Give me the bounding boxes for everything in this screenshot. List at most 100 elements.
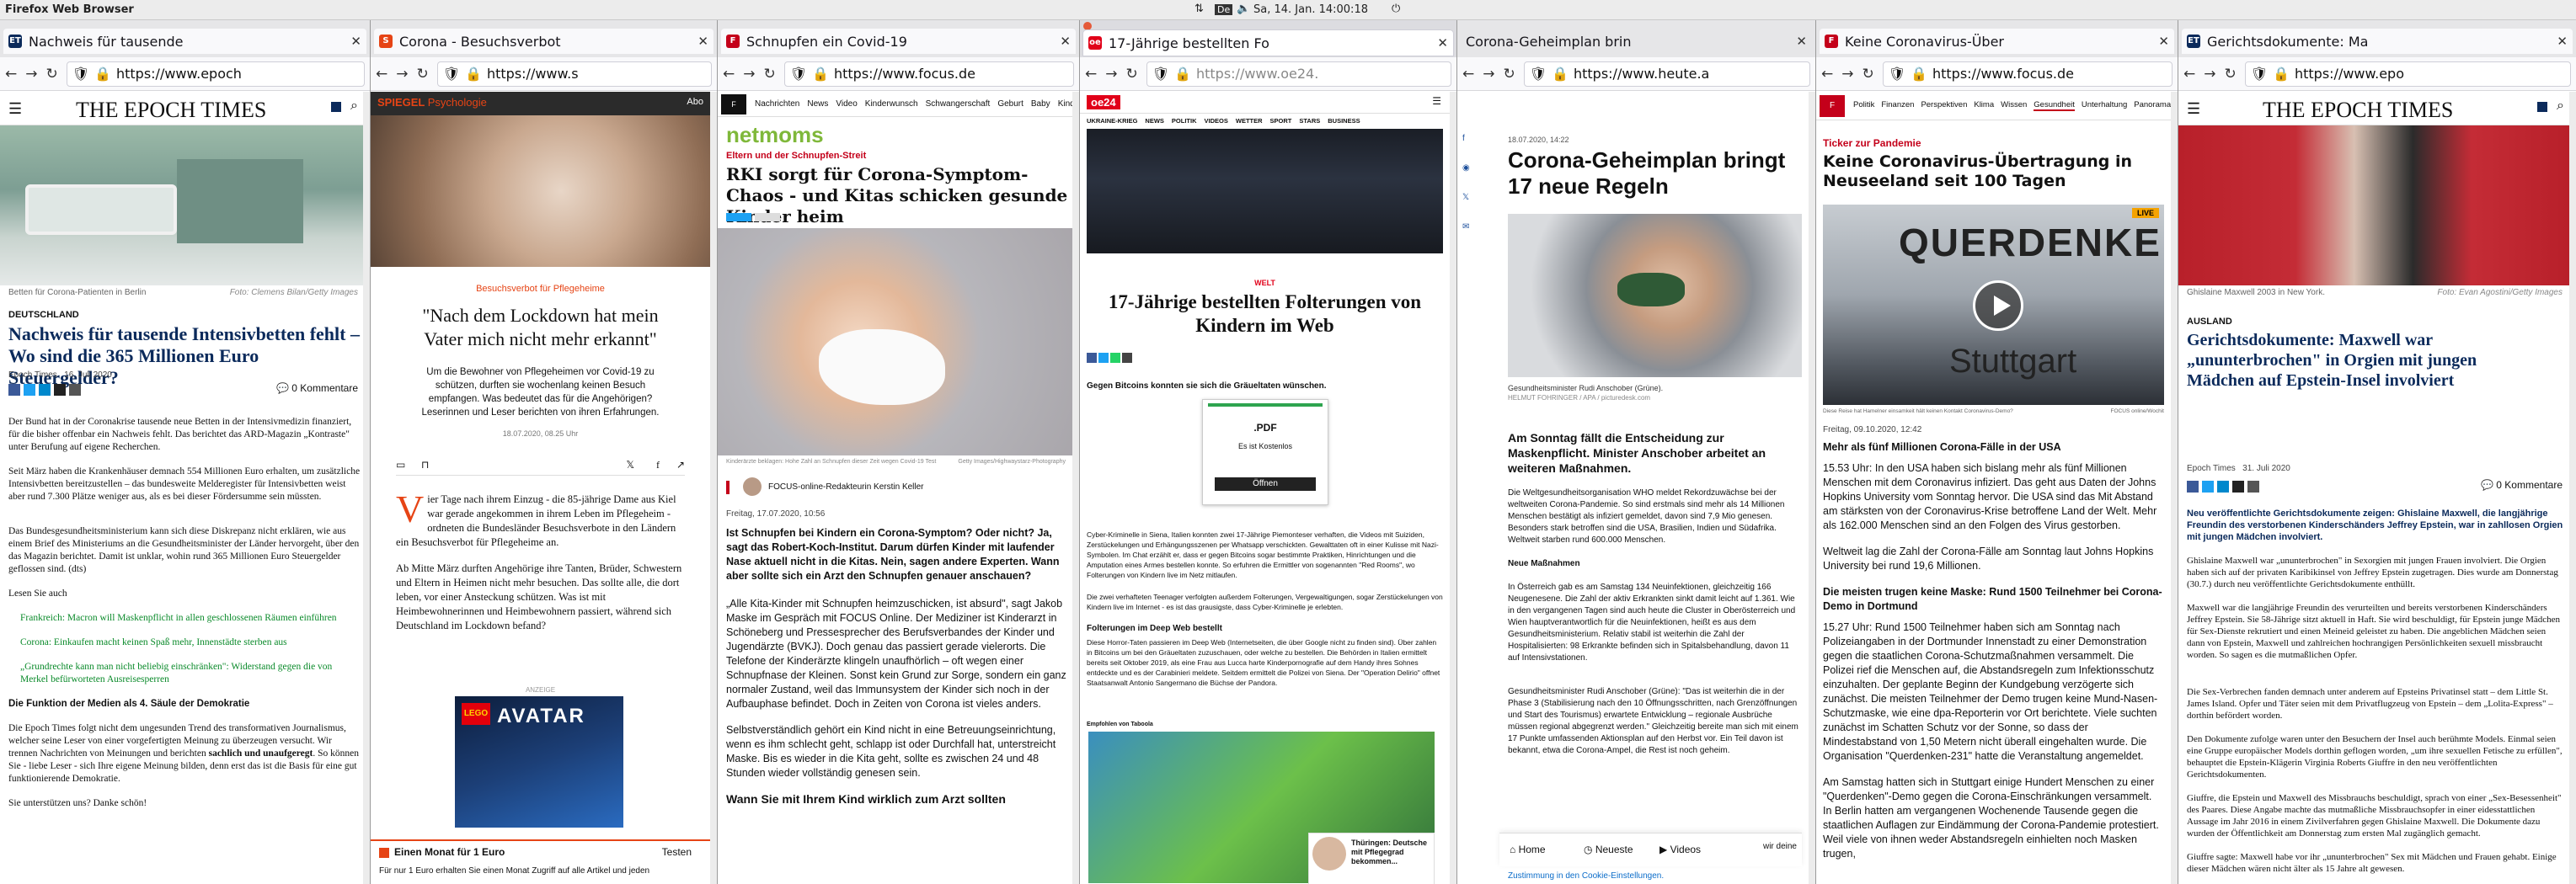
related-link[interactable]: Frankreich: Macron will Maskenpflicht in… bbox=[20, 612, 362, 625]
reload-icon[interactable]: ↻ bbox=[2225, 66, 2237, 83]
keyboard-layout[interactable]: De bbox=[1215, 4, 1233, 15]
nav-item[interactable]: POLITIK bbox=[1172, 117, 1197, 125]
nav-item[interactable]: Politik bbox=[1853, 100, 1874, 111]
pocket-icon[interactable] bbox=[755, 213, 780, 221]
close-tab-icon[interactable]: ✕ bbox=[697, 34, 708, 49]
close-tab-icon[interactable]: ✕ bbox=[2557, 34, 2568, 49]
tab-epoch-1[interactable]: ET Nachweis für tausende ✕ bbox=[3, 29, 366, 54]
forward-icon[interactable]: → bbox=[2204, 66, 2215, 83]
tab-epoch-2[interactable]: ET Gerichtsdokumente: Ma ✕ bbox=[2182, 29, 2573, 54]
ad-banner[interactable]: LEGO AVATAR bbox=[455, 696, 623, 828]
account-icon[interactable] bbox=[331, 102, 341, 112]
spiegel-logo[interactable]: SPIEGEL Psychologie bbox=[377, 96, 487, 109]
volume-icon[interactable]: 🔈 bbox=[1237, 3, 1250, 15]
close-tab-icon[interactable]: ✕ bbox=[2158, 34, 2169, 49]
facebook-icon[interactable] bbox=[8, 384, 20, 396]
epoch-logo[interactable]: THE EPOCH TIMES bbox=[2263, 98, 2453, 123]
mail-icon[interactable] bbox=[2232, 481, 2244, 493]
telegram-icon[interactable] bbox=[39, 384, 51, 396]
tab-oe24[interactable]: oe 17-Jährige bestellten Fo ✕ bbox=[1083, 30, 1453, 56]
nav-videos[interactable]: ▶ Videos bbox=[1659, 844, 1701, 855]
nav-item[interactable]: BUSINESS bbox=[1328, 117, 1360, 125]
nav-item[interactable]: STARS bbox=[1299, 117, 1320, 125]
nav-item[interactable]: News bbox=[807, 99, 828, 109]
twitter-icon[interactable] bbox=[1098, 353, 1109, 363]
nav-item[interactable]: Perspektiven bbox=[1921, 100, 1967, 111]
menu-icon[interactable]: ☰ bbox=[8, 100, 22, 118]
share-icon[interactable]: ↗ bbox=[676, 459, 685, 471]
scrollbar[interactable] bbox=[1450, 92, 1456, 884]
comments-link[interactable]: 💬 0 Kommentare bbox=[276, 382, 358, 394]
forward-icon[interactable]: → bbox=[25, 66, 37, 83]
back-icon[interactable]: ← bbox=[1085, 66, 1097, 83]
url-bar[interactable]: 🛡 🔒 https://www.epo bbox=[2244, 61, 2571, 87]
author[interactable]: Epoch Times bbox=[2187, 464, 2236, 473]
mail-icon[interactable] bbox=[1122, 353, 1132, 363]
network-icon[interactable]: ⇅ bbox=[1194, 3, 1204, 15]
related-link[interactable]: Corona: Einkaufen macht keinen Spaß mehr… bbox=[20, 636, 362, 649]
account-icon[interactable] bbox=[2537, 102, 2547, 112]
nav-item[interactable]: Klima bbox=[1974, 100, 1994, 111]
forward-icon[interactable]: → bbox=[1105, 66, 1117, 83]
menu-icon[interactable]: ☰ bbox=[1432, 95, 1441, 107]
back-icon[interactable]: ← bbox=[376, 66, 387, 83]
reload-icon[interactable]: ↻ bbox=[1126, 66, 1138, 83]
scrollbar[interactable] bbox=[1809, 92, 1815, 884]
mail-icon[interactable]: ✉ bbox=[1462, 222, 1470, 232]
facebook-icon[interactable] bbox=[1087, 353, 1097, 363]
forward-icon[interactable]: → bbox=[396, 66, 408, 83]
print-icon[interactable] bbox=[69, 384, 81, 396]
forward-icon[interactable]: → bbox=[1483, 66, 1494, 83]
netmoms-logo[interactable]: netmoms bbox=[726, 122, 824, 148]
nav-item[interactable]: WETTER bbox=[1236, 117, 1263, 125]
scrollbar[interactable] bbox=[710, 92, 717, 884]
nav-item[interactable]: Video bbox=[836, 99, 857, 109]
bookmark-icon[interactable]: ⊓ bbox=[421, 459, 429, 471]
url-bar[interactable]: 🛡 🔒 https://www.focus.de bbox=[783, 61, 1074, 87]
power-icon[interactable]: ⏻ bbox=[1392, 3, 1400, 15]
close-tab-icon[interactable]: ✕ bbox=[1437, 35, 1448, 51]
reload-icon[interactable]: ↻ bbox=[417, 66, 429, 83]
print-icon[interactable] bbox=[2247, 481, 2259, 493]
nav-item[interactable]: Nachrichten bbox=[755, 99, 799, 109]
close-tab-icon[interactable]: ✕ bbox=[350, 34, 361, 49]
back-icon[interactable]: ← bbox=[2183, 66, 2195, 83]
facebook-icon[interactable] bbox=[2187, 481, 2199, 493]
facebook-icon[interactable]: f bbox=[656, 459, 660, 471]
back-icon[interactable]: ← bbox=[723, 66, 735, 83]
nav-item[interactable]: VIDEOS bbox=[1205, 117, 1228, 125]
nav-item[interactable]: Wissen bbox=[2001, 100, 2027, 111]
tab-spiegel[interactable]: S Corona - Besuchsverbot ✕ bbox=[374, 29, 713, 54]
comment-icon[interactable]: ▭ bbox=[396, 459, 405, 471]
telegram-icon[interactable] bbox=[2217, 481, 2229, 493]
twitter-icon[interactable]: 𝕏 bbox=[626, 459, 634, 471]
focus-logo[interactable]: F bbox=[721, 94, 746, 114]
author[interactable]: Epoch Times bbox=[8, 370, 57, 380]
nav-item[interactable]: Finanzen bbox=[1881, 100, 1914, 111]
back-icon[interactable]: ← bbox=[5, 66, 17, 83]
url-bar[interactable]: 🛡 🔒 https://www.epoch bbox=[66, 61, 365, 87]
forward-icon[interactable]: → bbox=[743, 66, 755, 83]
focus-logo[interactable]: F bbox=[1820, 95, 1845, 117]
nav-item[interactable]: Baby bbox=[1031, 99, 1050, 109]
comments-link[interactable]: 💬 0 Kommentare bbox=[2481, 479, 2563, 491]
nav-newest[interactable]: ◷ Neueste bbox=[1584, 844, 1633, 855]
reload-icon[interactable]: ↻ bbox=[46, 66, 58, 83]
oe24-logo[interactable]: oe24 bbox=[1087, 95, 1120, 109]
clock[interactable]: Sa, 14. Jan. 14:00:18 bbox=[1253, 3, 1368, 16]
related-link[interactable]: „Grundrechte kann man nicht beliebig ein… bbox=[20, 661, 362, 686]
article-kicker[interactable]: DEUTSCHLAND bbox=[8, 310, 79, 320]
scrollbar[interactable] bbox=[363, 92, 370, 884]
url-bar[interactable]: 🛡 🔒 https://www.focus.de bbox=[1882, 61, 2172, 87]
recommended-promo[interactable]: Thüringen: Deutsche mit Pflegegrad bekom… bbox=[1308, 833, 1435, 884]
nav-item[interactable]: Schwangerschaft bbox=[926, 99, 991, 109]
nav-item[interactable]: Geburt bbox=[997, 99, 1023, 109]
test-button[interactable]: Testen bbox=[662, 846, 692, 858]
abo-link[interactable]: Abo bbox=[687, 97, 703, 107]
nav-item[interactable]: NEWS bbox=[1145, 117, 1164, 125]
scrollbar[interactable] bbox=[2171, 92, 2178, 884]
reload-icon[interactable]: ↻ bbox=[1504, 66, 1515, 83]
twitter-icon[interactable]: 𝕏 bbox=[1462, 193, 1470, 202]
reload-icon[interactable]: ↻ bbox=[1863, 66, 1874, 83]
url-bar[interactable]: 🛡 🔒 https://www.s bbox=[436, 61, 712, 87]
